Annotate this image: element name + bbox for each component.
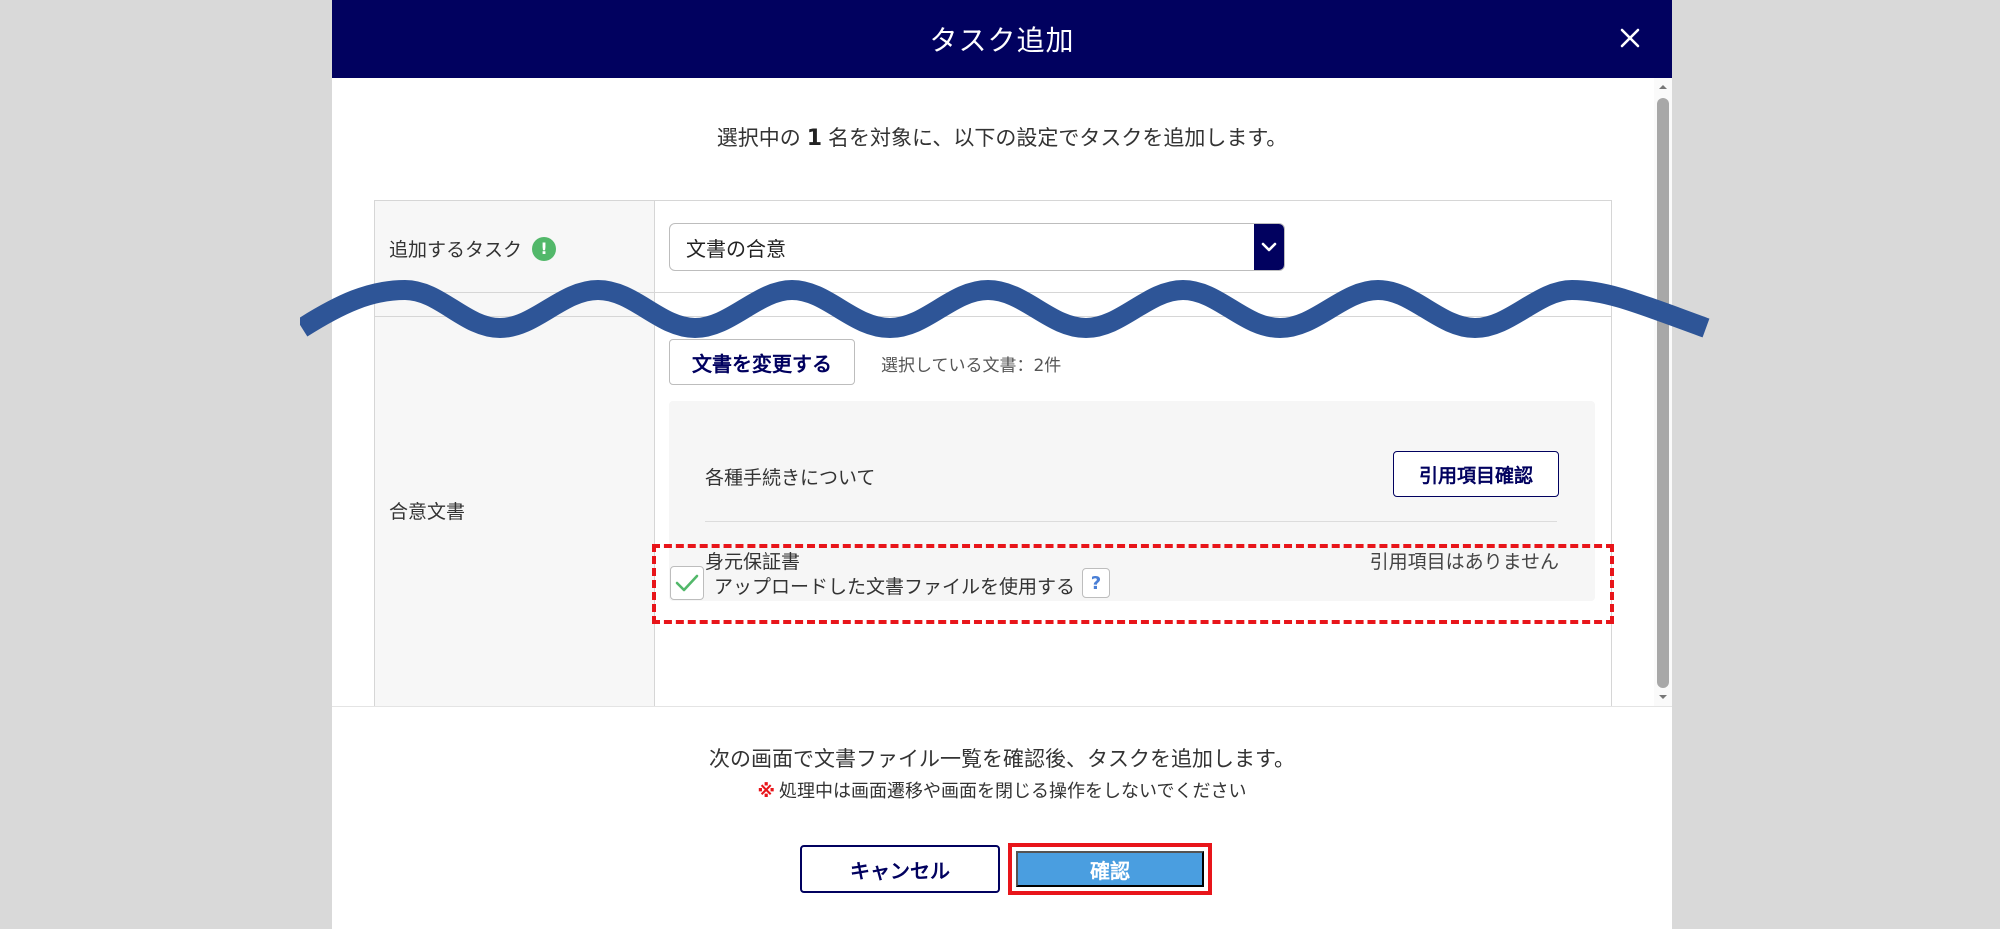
scrollbar-thumb[interactable]	[1657, 98, 1669, 688]
footer-warning: ※ 処理中は画面遷移や画面を閉じる操作をしないでください	[332, 777, 1672, 803]
document-item-name: 各種手続きについて	[705, 467, 876, 489]
intro-text: 選択中の 1 名を対象に、以下の設定でタスクを追加します。	[332, 122, 1672, 152]
check-quote-items-button[interactable]: 引用項目確認	[1393, 451, 1559, 497]
intro-prefix: 選択中の	[716, 126, 801, 150]
chevron-down-icon	[1254, 224, 1284, 270]
change-document-button[interactable]: 文書を変更する	[669, 339, 855, 385]
settings-table: 追加するタスク ! 文書の合意 合意文書 文書を変更する 選択している文書：2件…	[374, 200, 1612, 706]
scrollbar[interactable]	[1654, 78, 1672, 706]
upload-option-highlight: アップロードした文書ファイルを使用する ?	[652, 544, 1614, 624]
intro-suffix: 名を対象に、以下の設定でタスクを追加します。	[828, 126, 1288, 150]
row-divider	[375, 316, 1611, 317]
scroll-down-icon[interactable]	[1658, 692, 1668, 702]
document-separator	[705, 521, 1557, 522]
modal-header: タスク追加	[332, 0, 1672, 78]
cancel-button[interactable]: キャンセル	[800, 845, 1000, 893]
doc-row-label: 合意文書	[389, 501, 466, 523]
warning-text: 処理中は画面遷移や画面を閉じる操作をしないでください	[779, 781, 1247, 802]
scroll-up-icon[interactable]	[1658, 82, 1668, 92]
required-info-icon: !	[532, 236, 557, 261]
close-button[interactable]	[1610, 18, 1650, 58]
task-row-label: 追加するタスク !	[389, 235, 557, 262]
confirm-button-highlight: 確認	[1008, 843, 1212, 895]
confirm-button[interactable]: 確認	[1016, 851, 1204, 887]
use-uploaded-file-label: アップロードした文書ファイルを使用する	[714, 576, 1076, 598]
warning-mark: ※	[757, 781, 776, 802]
footer-message: 次の画面で文書ファイル一覧を確認後、タスクを追加します。	[709, 747, 1295, 771]
task-row: 追加するタスク ! 文書の合意	[375, 201, 1611, 293]
close-icon	[1620, 28, 1640, 48]
task-label-text: 追加するタスク	[389, 239, 523, 261]
task-select-value: 文書の合意	[686, 236, 786, 261]
modal-title: タスク追加	[929, 24, 1075, 57]
use-uploaded-file-checkbox[interactable]	[670, 566, 704, 600]
help-icon[interactable]: ?	[1082, 568, 1110, 598]
task-add-modal: タスク追加 選択中の 1 名を対象に、以下の設定でタスクを追加します。 追加するタス…	[332, 0, 1672, 929]
modal-footer: 次の画面で文書ファイル一覧を確認後、タスクを追加します。 ※ 処理中は画面遷移や画…	[332, 706, 1672, 929]
intro-count: 1	[806, 126, 823, 151]
task-select[interactable]: 文書の合意	[669, 223, 1285, 271]
check-icon	[675, 574, 699, 592]
selected-document-count: 選択している文書：2件	[881, 356, 1062, 376]
